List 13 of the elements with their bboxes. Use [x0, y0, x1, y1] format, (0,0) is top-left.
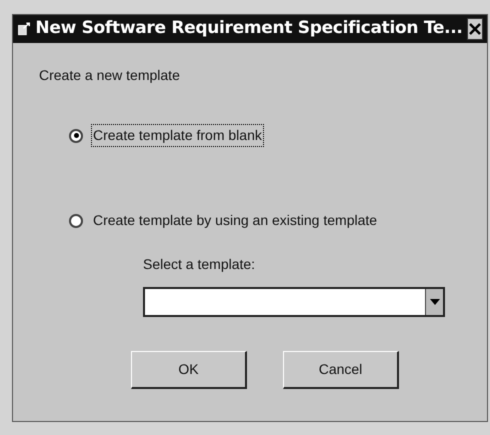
radio-button[interactable]	[69, 214, 83, 228]
close-button[interactable]	[466, 18, 483, 40]
section-heading: Create a new template	[39, 66, 181, 85]
window-title: New Software Requirement Specification Te...	[35, 17, 463, 40]
radio-label[interactable]: Create template from blank	[91, 124, 264, 147]
select-label: Select a template:	[143, 255, 256, 274]
close-icon	[468, 22, 482, 36]
cancel-button[interactable]: Cancel	[283, 351, 399, 389]
radio-button[interactable]	[69, 128, 83, 142]
dropdown-arrow-icon	[430, 299, 440, 305]
radio-label[interactable]: Create template by using an existing template	[91, 209, 380, 232]
ok-button[interactable]: OK	[131, 351, 247, 389]
template-dropdown[interactable]	[143, 287, 445, 317]
